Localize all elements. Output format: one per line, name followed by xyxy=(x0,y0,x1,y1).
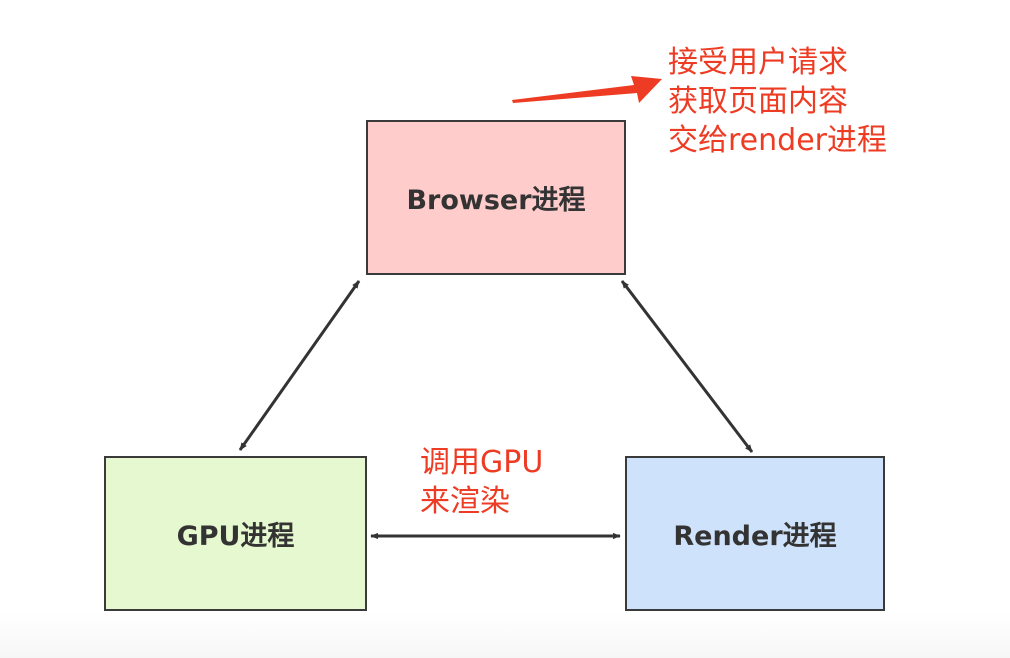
gpu-render-annotation: 调用GPU 来渲染 xyxy=(420,443,543,521)
render-process-label: Render进程 xyxy=(673,521,837,552)
browser-annotation-arrow xyxy=(512,76,662,103)
browser-annotation: 接受用户请求 获取页面内容 交给render进程 xyxy=(668,43,887,160)
browser-render-connector xyxy=(620,280,754,453)
browser-annotation-line: 交给render进程 xyxy=(668,123,887,158)
gpu-process-label: GPU进程 xyxy=(176,521,295,552)
browser-process-label: Browser进程 xyxy=(406,185,586,216)
gpu-render-annotation-line: 调用GPU xyxy=(420,445,544,480)
gpu-render-annotation-line: 来渲染 xyxy=(420,484,510,519)
browser-process-box: Browser进程 xyxy=(366,120,626,275)
gpu-process-box: GPU进程 xyxy=(104,456,367,611)
browser-annotation-line: 接受用户请求 xyxy=(668,45,848,80)
browser-gpu-connector xyxy=(238,280,361,451)
render-process-box: Render进程 xyxy=(625,456,885,611)
browser-annotation-line: 获取页面内容 xyxy=(668,84,848,119)
